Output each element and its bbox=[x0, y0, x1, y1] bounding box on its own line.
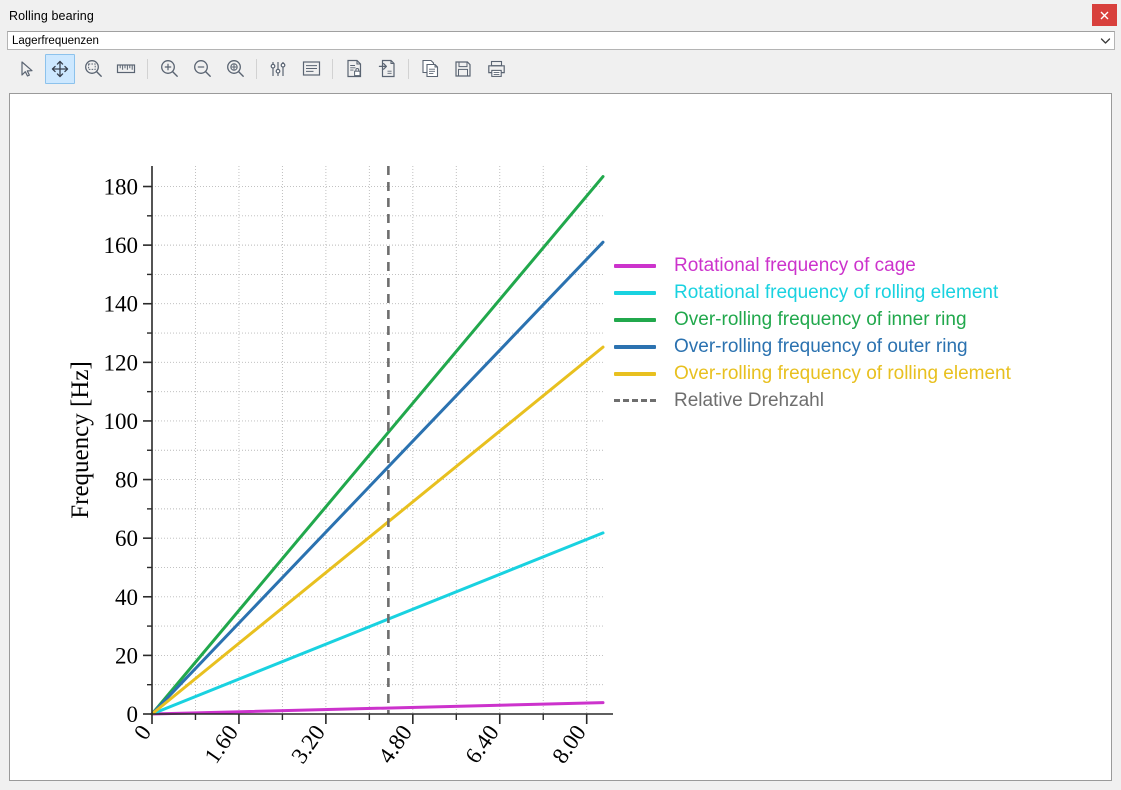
x-tick-label: 4.80 bbox=[373, 721, 417, 766]
legend-item[interactable]: Over-rolling frequency of outer ring bbox=[614, 333, 1011, 360]
window-title: Rolling bearing bbox=[9, 8, 94, 23]
legend-item[interactable]: Rotational frequency of cage bbox=[614, 252, 1011, 279]
chart-selector-wrap: Lagerfrequenzen bbox=[7, 31, 1115, 50]
rolling-bearing-window: Rolling bearing Lagerfrequenzen 0 20 40 … bbox=[0, 0, 1121, 790]
legend-swatch-icon bbox=[614, 344, 656, 349]
magnifier-minus-icon bbox=[193, 60, 211, 77]
x-tick-label: 3.20 bbox=[286, 721, 330, 766]
legend-label: Rotational frequency of rolling element bbox=[674, 282, 999, 303]
zoom-out-button[interactable] bbox=[187, 54, 217, 84]
x-tick-label: 6.40 bbox=[460, 721, 504, 766]
save-button[interactable] bbox=[448, 54, 478, 84]
legend-label: Over-rolling frequency of inner ring bbox=[674, 309, 967, 330]
toolbar-separator bbox=[147, 58, 148, 79]
x-tick-label: 0 bbox=[129, 721, 156, 745]
print-button[interactable] bbox=[481, 54, 511, 84]
legend-item[interactable]: Over-rolling frequency of rolling elemen… bbox=[614, 360, 1011, 387]
chart-selector-value: Lagerfrequenzen bbox=[12, 34, 99, 47]
copy-documents-icon bbox=[421, 59, 438, 78]
cursor-arrow-icon bbox=[21, 60, 33, 77]
x-tick-label: 1.60 bbox=[199, 721, 243, 766]
legend-item[interactable]: Over-rolling frequency of inner ring bbox=[614, 306, 1011, 333]
x-tick-label: 8.00 bbox=[547, 721, 591, 766]
ruler-icon bbox=[116, 63, 136, 73]
close-button[interactable] bbox=[1092, 4, 1117, 26]
chart-toolbar bbox=[0, 50, 1121, 87]
export-report-button[interactable] bbox=[372, 54, 402, 84]
protected-report-button[interactable] bbox=[339, 54, 369, 84]
legend-swatch-icon bbox=[614, 290, 656, 295]
y-tick-label: 40 bbox=[115, 585, 138, 610]
toolbar-separator bbox=[256, 58, 257, 79]
y-tick-label: 180 bbox=[104, 175, 139, 200]
pointer-select-tool[interactable] bbox=[12, 54, 42, 84]
legend-label: Over-rolling frequency of rolling elemen… bbox=[674, 363, 1011, 384]
lines-document-icon bbox=[302, 61, 320, 76]
sliders-icon bbox=[270, 61, 286, 76]
series-line bbox=[150, 531, 605, 716]
legend-label: Relative Drehzahl bbox=[674, 390, 824, 411]
legend-swatch-icon bbox=[614, 263, 656, 268]
y-tick-label: 80 bbox=[115, 468, 138, 493]
magnifier-fit-icon bbox=[226, 60, 244, 77]
chart-canvas[interactable]: 0 20 40 60 80 100 120 140 160 180 0 1.60 3.20 4.80 6.4… bbox=[9, 93, 1112, 781]
zoom-region-icon bbox=[84, 60, 102, 77]
title-bar: Rolling bearing bbox=[0, 0, 1121, 31]
y-tick-label: 160 bbox=[104, 233, 139, 258]
toolbar-separator bbox=[332, 58, 333, 79]
measure-tool[interactable] bbox=[111, 54, 141, 84]
close-icon bbox=[1100, 11, 1109, 19]
chart-selector-arrow[interactable] bbox=[1097, 32, 1114, 49]
series-line bbox=[150, 240, 605, 716]
pan-tool[interactable] bbox=[45, 53, 75, 84]
move-arrows-icon bbox=[51, 60, 69, 77]
zoom-in-button[interactable] bbox=[154, 54, 184, 84]
data-series bbox=[150, 175, 605, 716]
legend-label: Rotational frequency of cage bbox=[674, 255, 916, 276]
series-line bbox=[150, 345, 605, 716]
magnifier-plus-icon bbox=[160, 60, 178, 77]
chart-selector[interactable]: Lagerfrequenzen bbox=[7, 31, 1115, 50]
zoom-window-tool[interactable] bbox=[78, 54, 108, 84]
zoom-fit-button[interactable] bbox=[220, 54, 250, 84]
floppy-disk-icon bbox=[455, 60, 471, 77]
chart-legend: Rotational frequency of cage Rotational f… bbox=[614, 252, 1011, 414]
y-tick-label: 140 bbox=[104, 292, 139, 317]
document-export-icon bbox=[378, 59, 395, 78]
toolbar-separator bbox=[408, 58, 409, 79]
legend-toggle-button[interactable] bbox=[296, 54, 326, 84]
document-lock-icon bbox=[346, 59, 361, 78]
y-axis-title: Frequency [Hz] bbox=[67, 361, 94, 519]
legend-item[interactable]: Relative Drehzahl bbox=[614, 387, 1011, 414]
legend-label: Over-rolling frequency of outer ring bbox=[674, 336, 968, 357]
copy-button[interactable] bbox=[415, 54, 445, 84]
legend-swatch-icon bbox=[614, 317, 656, 322]
y-tick-label: 100 bbox=[104, 409, 139, 434]
frequency-plot: 0204060801001201401601800 1.60 3.20 4.80 6.4… bbox=[67, 166, 613, 766]
series-line bbox=[150, 701, 605, 716]
chevron-down-icon bbox=[1100, 37, 1111, 44]
legend-item[interactable]: Rotational frequency of rolling element bbox=[614, 279, 1011, 306]
legend-swatch-icon bbox=[614, 371, 656, 376]
legend-swatch-icon bbox=[614, 399, 656, 402]
series-line bbox=[150, 175, 605, 716]
y-tick-label: 60 bbox=[115, 526, 138, 551]
printer-icon bbox=[487, 60, 505, 77]
y-tick-label: 120 bbox=[104, 350, 139, 375]
settings-sliders-button[interactable] bbox=[263, 54, 293, 84]
y-tick-label: 20 bbox=[115, 643, 138, 668]
